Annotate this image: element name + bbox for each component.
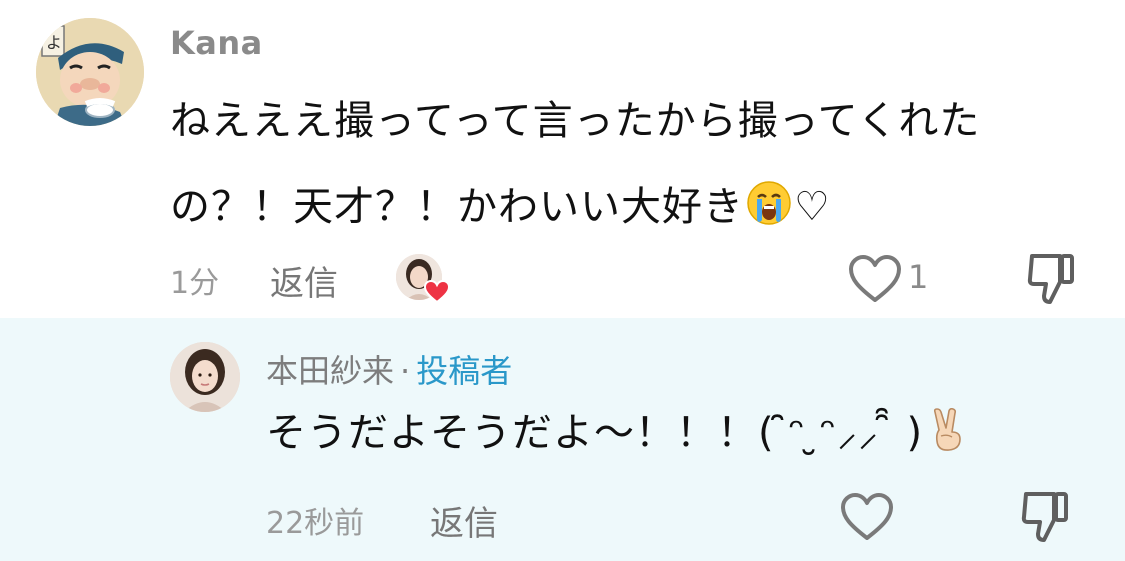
reply-timestamp: 22秒前: [266, 506, 365, 541]
comment-heart-symbol: ♡: [794, 184, 831, 230]
comment-thread: よ Kana ねえええ撮ってって言ったから撮ってくれた の？！天才？！かわいい大…: [0, 0, 1125, 561]
comment-text: ねえええ撮ってって言ったから撮ってくれた の？！天才？！かわいい大好き ♡: [170, 78, 1070, 250]
reply-text: そうだよそうだよ〜！！！( ̑̑ᵔ ̮ᵔ⸝⸝ ̑̑ ): [266, 400, 971, 458]
commenter-avatar[interactable]: よ: [36, 18, 144, 126]
separator-dot: ·: [400, 352, 411, 390]
reply-dislike-button[interactable]: [1020, 490, 1070, 544]
svg-text:よ: よ: [46, 33, 62, 52]
creator-liked-badge: [396, 254, 450, 306]
heart-outline-icon: [849, 255, 901, 302]
creator-reply: 本田紗来 · 投稿者 そうだよそうだよ〜！！！( ̑̑ᵔ ̮ᵔ⸝⸝ ̑̑ ) 22秒…: [0, 318, 1125, 561]
reply-text-body: そうだよそうだよ〜！！！( ̑̑ᵔ ̮ᵔ⸝⸝ ̑̑ ): [266, 410, 924, 456]
creator-avatar[interactable]: [170, 342, 240, 412]
person-photo-icon: [170, 342, 240, 412]
comment-text-line1: ねえええ撮ってって言ったから撮ってくれた: [170, 98, 981, 144]
cartoon-avatar-icon: よ: [36, 18, 144, 126]
like-count: 1: [908, 258, 929, 296]
thumbs-down-icon: [1027, 254, 1074, 304]
red-heart-icon: [424, 280, 450, 304]
reply-header: 本田紗来 · 投稿者: [266, 346, 512, 392]
creator-username[interactable]: 本田紗来: [266, 352, 394, 390]
comment-text-line2: の？！天才？！かわいい大好き: [170, 184, 744, 230]
victory-hand-emoji-icon: [934, 408, 961, 451]
heart-outline-icon: [841, 493, 893, 540]
comment-item: よ Kana ねえええ撮ってって言ったから撮ってくれた の？！天才？！かわいい大…: [0, 0, 1125, 318]
like-button[interactable]: [848, 254, 902, 304]
creator-label: 投稿者: [416, 352, 513, 390]
dislike-button[interactable]: [1026, 252, 1076, 306]
reply-reply-button[interactable]: 返信: [430, 496, 498, 545]
loudly-crying-face-emoji-icon: [747, 181, 791, 225]
commenter-username[interactable]: Kana: [170, 24, 263, 62]
reply-like-button[interactable]: [840, 492, 894, 542]
thumbs-down-icon: [1021, 492, 1068, 542]
comment-timestamp: 1分: [170, 266, 220, 301]
reply-button[interactable]: 返信: [270, 256, 338, 305]
